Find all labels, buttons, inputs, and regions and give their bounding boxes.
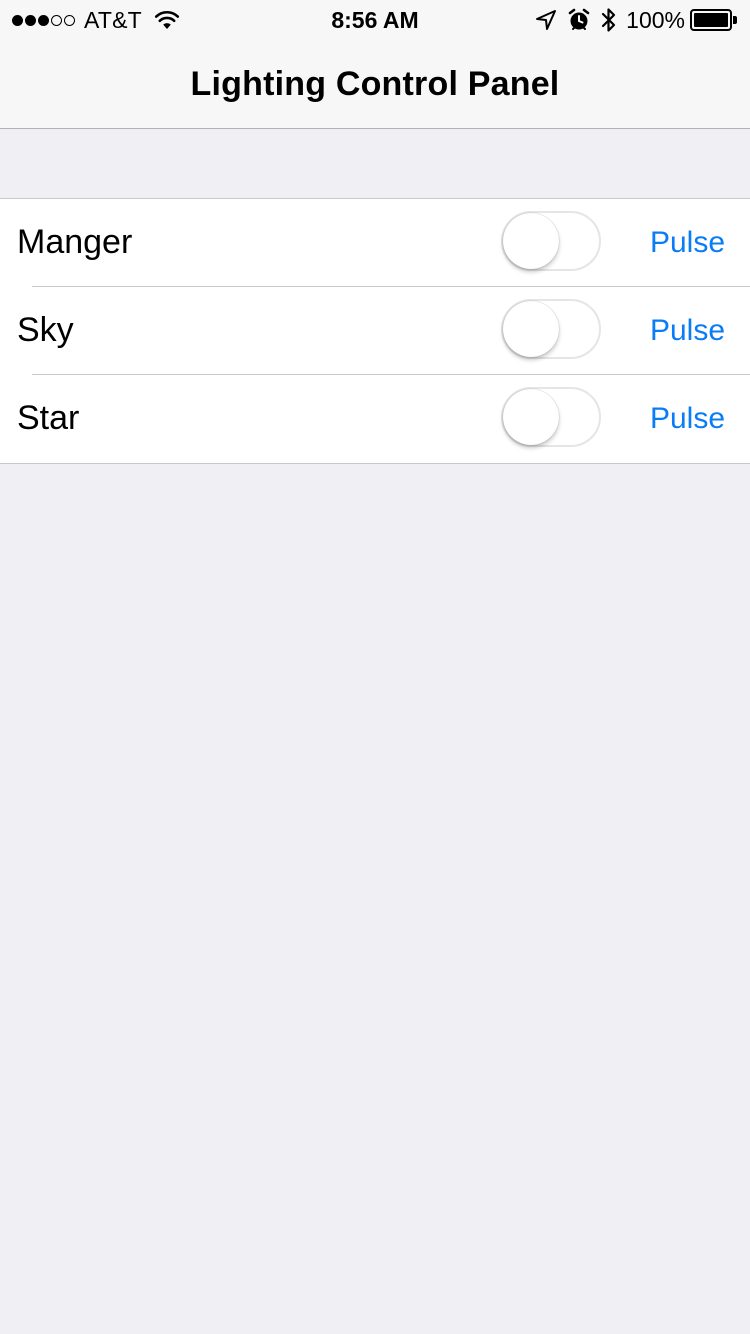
- toggle-knob: [503, 389, 559, 445]
- page-title: Lighting Control Panel: [190, 65, 560, 103]
- sky-toggle[interactable]: [501, 299, 601, 359]
- toggle-knob: [503, 301, 559, 357]
- light-label: Manger: [17, 223, 133, 261]
- star-pulse-button[interactable]: Pulse: [650, 375, 725, 463]
- bluetooth-icon: [602, 8, 616, 32]
- status-right: 100%: [535, 6, 738, 34]
- location-icon: [536, 10, 557, 30]
- status-bar: AT&T 8:56 AM 100%: [0, 0, 750, 40]
- light-label: Sky: [17, 311, 74, 349]
- manger-toggle[interactable]: [501, 211, 601, 271]
- toggle-knob: [503, 213, 559, 269]
- manger-pulse-button[interactable]: Pulse: [650, 199, 725, 287]
- sky-pulse-button[interactable]: Pulse: [650, 287, 725, 375]
- battery-percent: 100%: [626, 6, 685, 33]
- light-row-manger: Manger Pulse: [0, 199, 750, 287]
- light-label: Star: [17, 399, 80, 437]
- navigation-bar: Lighting Control Panel: [0, 40, 750, 129]
- light-row-sky: Sky Pulse: [0, 287, 750, 375]
- alarm-icon: [568, 8, 590, 30]
- battery-icon: [690, 9, 738, 31]
- lights-table: Manger Pulse Sky Pulse Star Pulse: [0, 198, 750, 464]
- star-toggle[interactable]: [501, 387, 601, 447]
- light-row-star: Star Pulse: [0, 375, 750, 463]
